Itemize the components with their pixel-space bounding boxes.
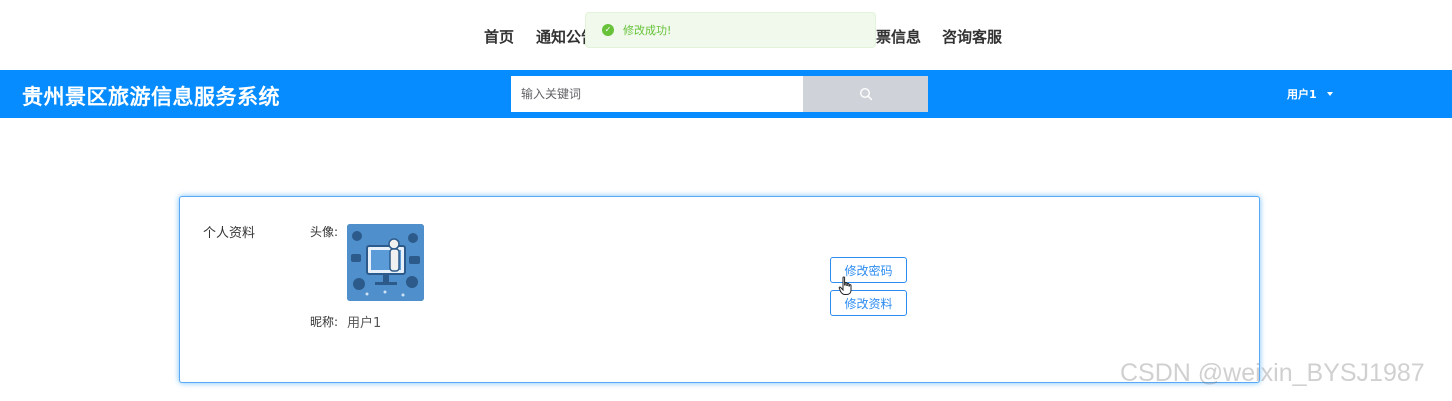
- success-toast: ✓ 修改成功!: [585, 12, 876, 48]
- nav-item-service[interactable]: 咨询客服: [942, 26, 1002, 47]
- watermark: CSDN @weixin_BYSJ1987: [1120, 359, 1425, 387]
- header-bar: 贵州景区旅游信息服务系统 用户1: [0, 70, 1452, 118]
- page: 首页 通知公告 票信息 咨询客服 ✓ 修改成功! 贵州景区旅游信息服务系统 用户…: [0, 0, 1452, 401]
- site-title: 贵州景区旅游信息服务系统: [22, 85, 280, 109]
- avatar-image: [347, 224, 424, 301]
- search-input[interactable]: [511, 76, 803, 112]
- caret-down-icon: [1326, 92, 1333, 96]
- avatar[interactable]: [347, 224, 424, 301]
- check-circle-icon: ✓: [602, 24, 614, 36]
- search-icon: [859, 87, 872, 101]
- user-menu[interactable]: 用户1: [1287, 86, 1333, 102]
- nav-item-home[interactable]: 首页: [484, 26, 514, 47]
- user-name: 用户1: [1287, 88, 1317, 101]
- toast-message: 修改成功!: [623, 24, 672, 37]
- nickname-label: 昵称:: [310, 315, 339, 329]
- nav-item-ticket[interactable]: 票信息: [876, 26, 921, 47]
- hand-cursor-icon: [838, 276, 852, 295]
- section-label: 个人资料: [203, 226, 256, 241]
- nickname-value: 用户1: [347, 316, 382, 331]
- search-button[interactable]: [803, 76, 928, 112]
- profile-card: 个人资料 头像: 昵称: 用户1 修改密码 修改资料: [179, 196, 1260, 383]
- avatar-label: 头像:: [310, 225, 339, 239]
